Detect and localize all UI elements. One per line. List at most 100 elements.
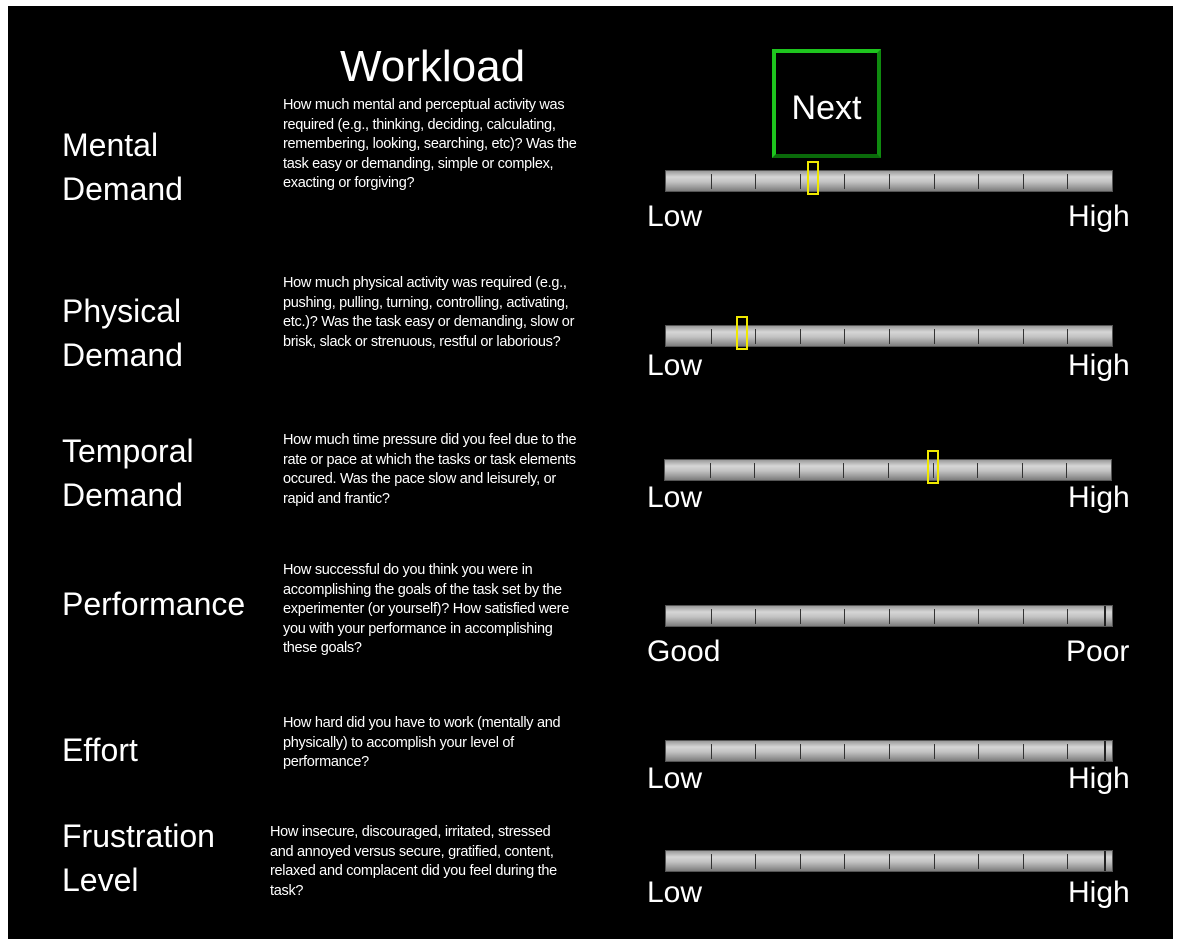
label-line-2: Demand: [62, 337, 183, 373]
scale-tick: [711, 174, 712, 189]
scale-tick: [844, 329, 845, 344]
rating-marker[interactable]: [807, 161, 819, 195]
anchor-low-physical-demand: Low: [647, 349, 703, 382]
scale-label-frustration-level: Frustration Level: [62, 814, 215, 902]
scale-tick: [1023, 854, 1024, 869]
rating-scale-physical-demand[interactable]: [665, 316, 1113, 350]
scale-tick: [934, 744, 935, 759]
scale-end-mark: [1104, 606, 1106, 626]
scale-tick: [978, 744, 979, 759]
scale-tick: [978, 329, 979, 344]
scale-tick: [844, 744, 845, 759]
scale-label-effort: Effort: [62, 728, 138, 772]
label-line-1: Frustration: [62, 818, 215, 854]
scale-tick: [800, 609, 801, 624]
scale-tick: [1022, 463, 1023, 478]
anchor-low-effort: Low: [647, 762, 703, 795]
scale-tick: [844, 854, 845, 869]
scale-tick: [889, 854, 890, 869]
anchor-high-mental-demand: High: [1068, 200, 1130, 233]
label-line-2: Demand: [62, 477, 183, 513]
scale-tick: [1023, 329, 1024, 344]
scale-tick: [934, 329, 935, 344]
rating-scale-temporal-demand[interactable]: [664, 450, 1112, 484]
question-effort: How hard did you have to work (mentally …: [283, 715, 561, 770]
scale-tick: [889, 744, 890, 759]
scale-tick: [844, 609, 845, 624]
rating-marker[interactable]: [736, 316, 748, 350]
scale-label-temporal-demand: Temporal Demand: [62, 429, 194, 517]
label-line-1: Performance: [62, 586, 246, 622]
scale-tick: [711, 609, 712, 624]
scale-tick: [934, 174, 935, 189]
scale-tick: [710, 463, 711, 478]
scale-label-performance: Performance: [62, 582, 245, 626]
scale-tick: [934, 609, 935, 624]
question-temporal-demand: How much time pressure did you feel due …: [283, 432, 577, 507]
anchor-high-frustration-level: High: [1068, 876, 1130, 909]
scale-tick: [889, 609, 890, 624]
anchor-low-temporal-demand: Low: [647, 481, 703, 514]
scale-tick: [1067, 609, 1068, 624]
scale-tick: [978, 609, 979, 624]
scale-tick: [711, 744, 712, 759]
scale-tick: [755, 854, 756, 869]
rating-scale-performance[interactable]: [665, 605, 1113, 627]
scale-tick: [1023, 174, 1024, 189]
question-physical-demand: How much physical activity was required …: [283, 275, 575, 350]
scale-tick: [754, 463, 755, 478]
question-mental-demand: How much mental and perceptual activity …: [283, 97, 577, 191]
scale-tick: [843, 463, 844, 478]
scale-tick: [1023, 744, 1024, 759]
rating-scale-effort[interactable]: [665, 740, 1113, 762]
anchor-low-performance: Good: [647, 635, 721, 668]
anchor-low-frustration-level: Low: [647, 876, 703, 909]
scale-tick: [755, 609, 756, 624]
label-line-1: Temporal: [62, 433, 194, 469]
label-line-2: Demand: [62, 171, 183, 207]
anchor-high-physical-demand: High: [1068, 349, 1130, 382]
scale-tick: [889, 329, 890, 344]
label-line-2: Level: [62, 862, 139, 898]
scale-tick: [800, 329, 801, 344]
scale-tick: [1067, 854, 1068, 869]
scale-tick: [799, 463, 800, 478]
scale-end-mark: [1104, 741, 1106, 761]
label-line-1: Mental: [62, 127, 159, 163]
rating-scale-mental-demand[interactable]: [665, 161, 1113, 195]
rating-scale-frustration-level[interactable]: [665, 850, 1113, 872]
scale-tick: [844, 174, 845, 189]
page-title: Workload: [340, 42, 526, 91]
scale-tick: [933, 463, 934, 478]
label-line-1: Effort: [62, 732, 138, 768]
scale-tick: [711, 329, 712, 344]
scale-tick: [1067, 744, 1068, 759]
scale-end-mark: [1104, 851, 1106, 871]
scale-label-mental-demand: Mental Demand: [62, 123, 183, 211]
scale-tick: [1066, 463, 1067, 478]
scale-tick: [978, 174, 979, 189]
scale-tick: [934, 854, 935, 869]
label-line-1: Physical: [62, 293, 182, 329]
scale-tick: [800, 854, 801, 869]
question-performance: How successful do you think you were in …: [283, 562, 569, 656]
anchor-high-effort: High: [1068, 762, 1130, 795]
scale-tick: [755, 174, 756, 189]
scale-tick: [977, 463, 978, 478]
scale-tick: [800, 744, 801, 759]
scale-tick: [800, 174, 801, 189]
anchor-low-mental-demand: Low: [647, 200, 703, 233]
anchor-high-performance: Poor: [1066, 635, 1130, 668]
scale-tick: [755, 744, 756, 759]
scale-tick: [1023, 609, 1024, 624]
scale-tick: [755, 329, 756, 344]
scale-tick: [978, 854, 979, 869]
scale-tick: [711, 854, 712, 869]
scale-label-physical-demand: Physical Demand: [62, 289, 183, 377]
scale-tick: [1067, 329, 1068, 344]
next-button[interactable]: Next: [772, 49, 881, 158]
workload-screen: Workload Next Mental Demand How much men…: [8, 6, 1173, 939]
anchor-high-temporal-demand: High: [1068, 481, 1130, 514]
scale-tick: [888, 463, 889, 478]
question-frustration-level: How insecure, discouraged, irritated, st…: [270, 824, 557, 899]
